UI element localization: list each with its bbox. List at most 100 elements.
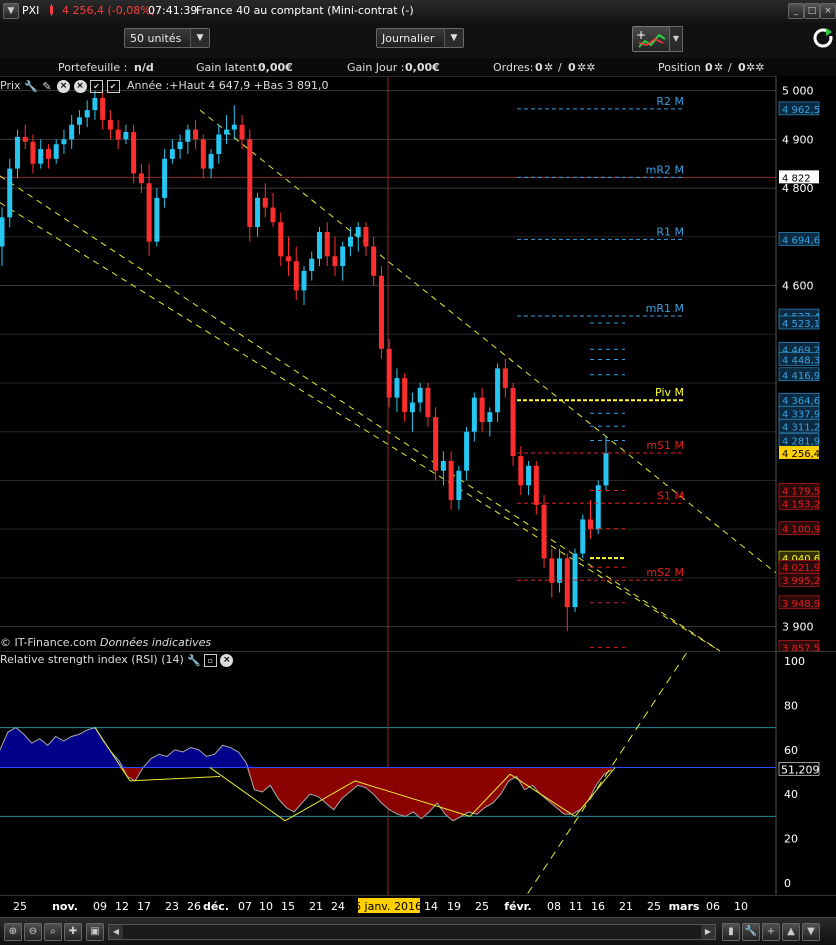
minimize-icon[interactable]: _ bbox=[788, 3, 804, 19]
wrench-icon[interactable]: 🔧 bbox=[24, 80, 38, 93]
price-chart[interactable]: R2 M mR2 M R1 M mR1 M Piv M mS1 M S1 M mS2 M 5 0… bbox=[0, 76, 836, 654]
candle-body bbox=[100, 97, 106, 120]
candle-body bbox=[131, 132, 137, 174]
position-separator: / bbox=[728, 61, 732, 74]
candle-body bbox=[200, 139, 206, 169]
close-icon[interactable]: × bbox=[73, 79, 87, 93]
zoom-icon[interactable]: ⊕ bbox=[4, 923, 22, 941]
price-tag: 4 337,9 bbox=[782, 409, 820, 420]
refresh-button[interactable] bbox=[812, 26, 834, 50]
horizontal-scrollbar[interactable]: ◀ ▶ bbox=[108, 924, 716, 940]
candle-body bbox=[502, 368, 508, 388]
date-axis-ticks: 25 nov. 09 12 17 23 26 déc. 07 10 15 21 24 6 janv. 20… bbox=[13, 898, 748, 913]
candlestick-icon[interactable]: ▮ bbox=[722, 923, 740, 941]
pivot-label: mS1 M bbox=[646, 439, 684, 452]
settings-gear-icon[interactable]: ✲ bbox=[544, 61, 553, 74]
quantity-select[interactable]: 50 unités ▼ bbox=[124, 28, 210, 48]
price-axis-tick: 4 600 bbox=[782, 280, 814, 293]
add-indicator-icon[interactable]: + bbox=[762, 923, 780, 941]
price-chart-panel[interactable]: R2 M mR2 M R1 M mR1 M Piv M mS1 M S1 M mS2 M 5 0… bbox=[0, 76, 836, 654]
candle-body bbox=[595, 485, 601, 530]
price-tag: 4 311,2 bbox=[782, 422, 820, 433]
rsi-chart[interactable]: 100 80 60 40 20 0 51,209 bbox=[0, 647, 836, 906]
candle-body bbox=[278, 222, 284, 257]
candle-body bbox=[371, 246, 377, 276]
crosshair-icon[interactable]: ✚ bbox=[64, 923, 82, 941]
maximize-icon[interactable]: □ bbox=[804, 3, 820, 19]
wrench-icon[interactable]: 🔧 bbox=[187, 654, 201, 667]
candle-body bbox=[53, 144, 59, 159]
candle-body bbox=[588, 519, 594, 530]
rsi-panel[interactable]: 100 80 60 40 20 0 51,209 Relative strength ind… bbox=[0, 647, 836, 906]
position-label: Position : bbox=[658, 61, 709, 74]
rsi-axis-tick: 80 bbox=[784, 699, 798, 712]
chevron-down-icon: ▼ bbox=[444, 29, 463, 47]
bookmark-icon[interactable]: ▣ bbox=[86, 923, 104, 941]
price-tag: 3 995,2 bbox=[782, 576, 820, 587]
collapse-icon[interactable]: ▲ bbox=[782, 923, 800, 941]
candle-body bbox=[324, 231, 330, 257]
copyright-icon: © bbox=[0, 636, 11, 649]
candle-body bbox=[286, 256, 292, 262]
price-tag: 4 364,6 bbox=[782, 396, 820, 407]
price-tag: 4 021,9 bbox=[782, 563, 820, 574]
chart-tools-button[interactable]: + bbox=[632, 26, 670, 52]
expand-icon[interactable]: ▼ bbox=[802, 923, 820, 941]
magnifier-icon[interactable]: ⌕ bbox=[44, 923, 62, 941]
candle-body bbox=[185, 129, 191, 142]
candle-body bbox=[409, 402, 415, 413]
period-select[interactable]: Journalier ▼ bbox=[376, 28, 464, 48]
checkbox-icon[interactable]: ✔ bbox=[90, 79, 104, 93]
scroll-right-icon[interactable]: ▶ bbox=[701, 925, 715, 939]
bottom-toolbar: ⊕ ⊖ ⌕ ✚ ▣ ◀ ▶ ▮ 🔧 + ▲ ▼ bbox=[0, 917, 836, 945]
date-tick: 16 bbox=[591, 900, 605, 913]
settings-gear-icon[interactable]: ✲✲ bbox=[746, 61, 764, 74]
candle-body bbox=[169, 149, 175, 159]
candle-body bbox=[231, 124, 237, 130]
candle-body bbox=[14, 136, 20, 169]
close-icon[interactable]: × bbox=[220, 653, 234, 667]
ordres-count-a: 0 bbox=[535, 61, 543, 74]
candle-body bbox=[564, 558, 570, 608]
ordres-count-b: 0 bbox=[568, 61, 576, 74]
date-tick-highlight: 6 janv. 2016 bbox=[354, 900, 422, 913]
window-icon[interactable]: ▫ bbox=[203, 653, 217, 667]
candle-body bbox=[495, 368, 501, 413]
checkbox-icon[interactable]: ✔ bbox=[106, 79, 120, 93]
zoom-out-icon[interactable]: ⊖ bbox=[24, 923, 42, 941]
candle-body bbox=[603, 453, 609, 486]
menu-arrow-icon[interactable]: ▼ bbox=[3, 3, 19, 19]
scroll-left-icon[interactable]: ◀ bbox=[109, 925, 123, 939]
candle-body bbox=[471, 397, 477, 432]
date-tick: 25 bbox=[647, 900, 661, 913]
price-change: 4 256,4 (-0,08%) bbox=[62, 4, 155, 17]
pencil-icon[interactable]: ✎ bbox=[41, 80, 54, 93]
rsi-axis-tick: 40 bbox=[784, 788, 798, 801]
price-tag: 4 523,1 bbox=[782, 319, 820, 330]
candle-body bbox=[448, 460, 454, 500]
price-tag: 4 448,3 bbox=[782, 355, 820, 366]
date-tick: 15 bbox=[281, 900, 295, 913]
candle-body bbox=[216, 134, 222, 154]
candle-body bbox=[45, 149, 51, 159]
date-tick: 24 bbox=[331, 900, 345, 913]
candle-body bbox=[402, 378, 408, 413]
settings-gear-icon[interactable]: ✲ bbox=[714, 61, 723, 74]
candle-body bbox=[557, 558, 563, 583]
candle-body bbox=[533, 465, 539, 505]
close-icon[interactable]: × bbox=[57, 79, 71, 93]
price-tag: 4 962,5 bbox=[782, 105, 820, 116]
candle-body bbox=[309, 258, 315, 271]
candle-body bbox=[510, 387, 516, 457]
candle-body bbox=[378, 275, 384, 349]
close-icon[interactable]: × bbox=[820, 3, 836, 19]
price-tag: 3 948,9 bbox=[782, 599, 820, 610]
wrench-icon[interactable]: 🔧 bbox=[742, 923, 760, 941]
chart-tools-dropdown[interactable]: ▼ bbox=[669, 26, 683, 52]
settings-gear-icon[interactable]: ✲✲ bbox=[577, 61, 595, 74]
candle-body bbox=[293, 261, 299, 291]
quantity-value: 50 unités bbox=[130, 32, 182, 45]
candle-body bbox=[440, 460, 446, 471]
price-tag: 4 694,6 bbox=[782, 235, 820, 246]
candle-body bbox=[425, 387, 431, 418]
